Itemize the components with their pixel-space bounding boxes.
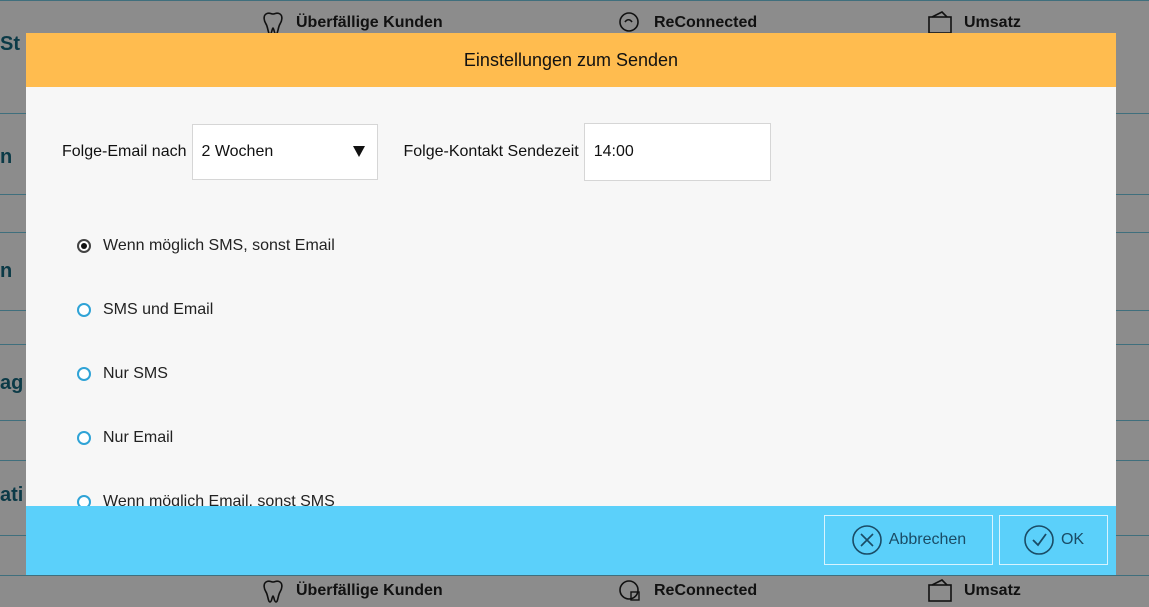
sendtime-input[interactable]: 14:00 [583, 123, 771, 181]
bg-side-text: n [0, 146, 13, 168]
radio-label: Nur SMS [103, 365, 168, 382]
radio-sms-else-email[interactable]: Wenn möglich SMS, sonst Email [77, 214, 335, 278]
channel-radio-group: Wenn möglich SMS, sonst Email SMS und Em… [77, 214, 335, 534]
tab-label: ReConnected [654, 14, 758, 31]
cancel-x-icon [851, 525, 882, 555]
wallet-icon [928, 579, 952, 602]
tab-label: Umsatz [964, 582, 1021, 599]
tab-overdue-customers[interactable]: Überfällige Kunden [258, 578, 443, 604]
radio-sms-and-email[interactable]: SMS und Email [77, 278, 335, 342]
input-value: 14:00 [593, 143, 634, 160]
radio-label: Wenn möglich SMS, sonst Email [103, 237, 335, 254]
bg-side-text: ag [0, 372, 24, 394]
dropdown-arrow-icon [352, 146, 365, 157]
cancel-button[interactable]: Abbrechen [824, 515, 993, 565]
tab-label: Umsatz [964, 14, 1021, 31]
tooth-icon [263, 580, 283, 603]
tab-label: Überfällige Kunden [296, 14, 443, 31]
radio-unchecked-icon [77, 367, 91, 381]
dialog-header: Einstellungen zum Senden [26, 33, 1116, 87]
followup-label: Folge-Email nach [62, 143, 187, 160]
radio-email-only[interactable]: Nur Email [77, 406, 335, 470]
tab-revenue[interactable]: Umsatz [926, 578, 1021, 604]
radio-sms-only[interactable]: Nur SMS [77, 342, 335, 406]
tab-label: Überfällige Kunden [296, 582, 443, 599]
divider [0, 0, 1149, 1]
settings-row: Folge-Email nach 2 Wochen Folge-Kontakt … [62, 123, 771, 181]
divider [0, 575, 1149, 576]
radio-label: SMS und Email [103, 301, 214, 318]
checkmark-icon [1024, 525, 1054, 555]
select-value: 2 Wochen [201, 143, 274, 160]
radio-checked-icon [77, 239, 91, 253]
radio-unchecked-icon [77, 431, 91, 445]
ok-button[interactable]: OK [999, 515, 1108, 565]
bg-side-text: St [0, 33, 20, 55]
tab-label: ReConnected [654, 582, 758, 599]
send-settings-dialog: Einstellungen zum Senden Folge-Email nac… [26, 33, 1116, 575]
cancel-label: Abbrechen [888, 531, 967, 548]
tab-reconnected[interactable]: ReConnected [616, 578, 757, 604]
bg-side-text: n [0, 260, 13, 282]
ok-label: OK [1060, 531, 1085, 548]
followup-interval-select[interactable]: 2 Wochen [191, 124, 378, 180]
dialog-title: Einstellungen zum Senden [463, 49, 679, 70]
radio-unchecked-icon [77, 303, 91, 317]
radio-label: Nur Email [103, 429, 174, 446]
bg-side-text: ati [0, 484, 24, 506]
sendtime-label: Folge-Kontakt Sendezeit [403, 143, 579, 160]
dialog-footer: Abbrechen OK [26, 506, 1116, 575]
reconnect-icon [619, 580, 640, 601]
